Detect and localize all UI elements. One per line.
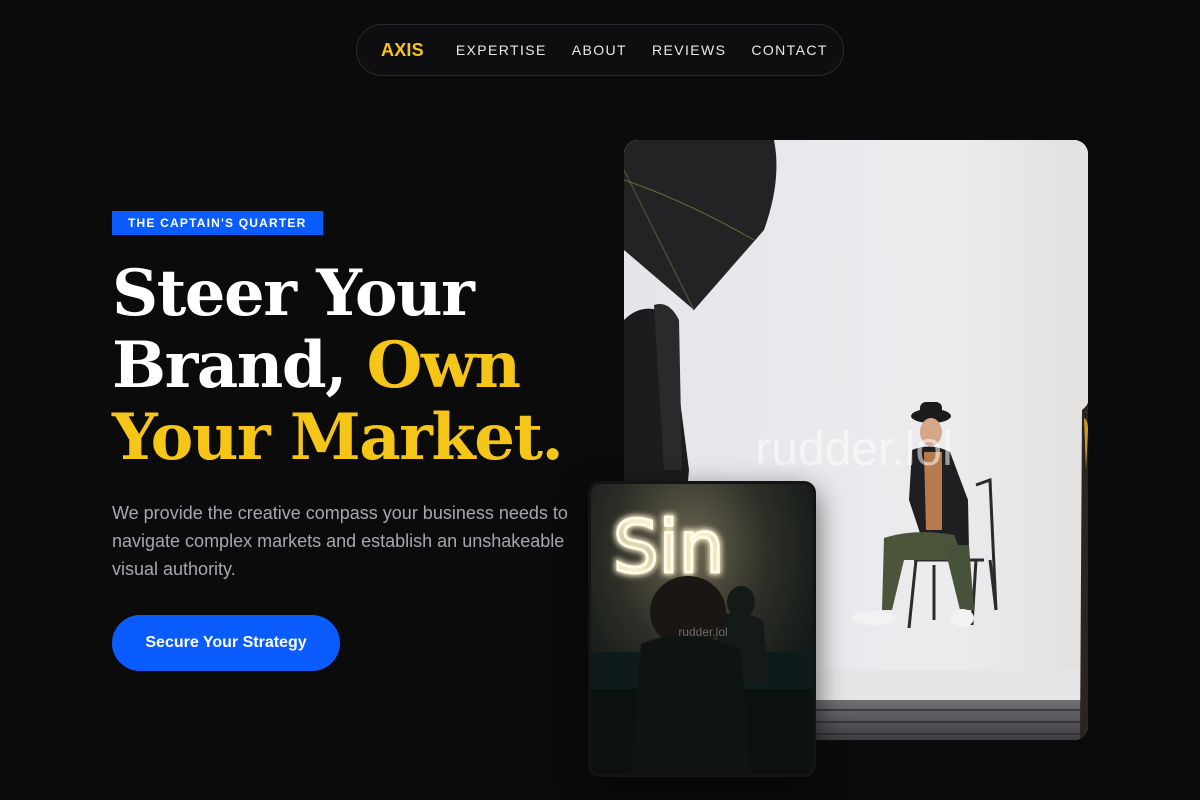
- headline-line-2-plain: Brand,: [112, 328, 367, 403]
- nav-link-about[interactable]: ABOUT: [572, 42, 627, 58]
- secure-strategy-button[interactable]: Secure Your Strategy: [112, 615, 340, 671]
- headline-line-1: Steer Your: [112, 256, 475, 331]
- neon-sign-photo: Sin Sin rudder.lol: [588, 481, 816, 777]
- nav-link-contact[interactable]: CONTACT: [751, 42, 827, 58]
- neon-sign-text: Sin: [613, 505, 724, 589]
- hero-description: We provide the creative compass your bus…: [112, 503, 568, 579]
- hero-headline: Steer Your Brand, Own Your Market.: [112, 256, 564, 475]
- neon-photo-illustration: Sin Sin rudder.lol: [591, 484, 813, 774]
- small-photo-watermark: rudder.lol: [678, 625, 727, 639]
- hero-badge: THE CAPTAIN'S QUARTER: [112, 211, 323, 235]
- main-photo-watermark: rudder.lol: [755, 423, 952, 476]
- landing-page: AXIS EXPERTISE ABOUT REVIEWS CONTACT THE…: [0, 0, 1200, 800]
- headline-line-2-accent: Own: [366, 328, 521, 403]
- brand-logo[interactable]: AXIS: [381, 40, 424, 61]
- top-navigation: AXIS EXPERTISE ABOUT REVIEWS CONTACT: [356, 24, 844, 76]
- nav-link-expertise[interactable]: EXPERTISE: [456, 42, 547, 58]
- nav-link-reviews[interactable]: REVIEWS: [652, 42, 726, 58]
- headline-line-3-accent: Your Market.: [112, 400, 564, 475]
